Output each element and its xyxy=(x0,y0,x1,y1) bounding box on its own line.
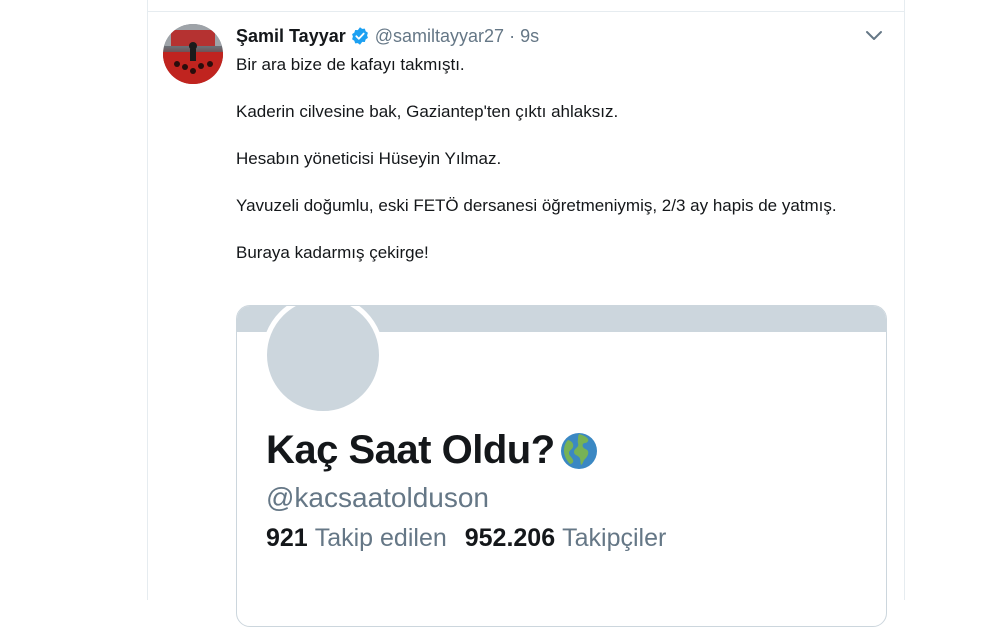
author-name[interactable]: Şamil Tayyar xyxy=(236,26,346,47)
profile-avatar-placeholder xyxy=(262,306,384,416)
tweet-divider xyxy=(148,11,904,12)
profile-stats: 921 Takip edilen 952.206 Takipçiler xyxy=(266,524,666,553)
following-label: Takip edilen xyxy=(314,524,447,552)
attached-profile-screenshot[interactable]: Kaç Saat Oldu? @kacsaatolduson 921 Takip … xyxy=(236,305,887,627)
avatar-photo-icon xyxy=(163,24,223,84)
profile-name-text: Kaç Saat Oldu? xyxy=(266,428,555,472)
tweet-paragraph: Yavuzeli doğumlu, eski FETÖ dersanesi öğ… xyxy=(236,196,837,215)
following-count: 921 xyxy=(266,524,308,552)
following-stat: 921 Takip edilen xyxy=(266,524,447,553)
tweet-timestamp[interactable]: 9s xyxy=(520,26,539,47)
tweet-paragraph: Hesabın yöneticisi Hüseyin Yılmaz. xyxy=(236,149,502,168)
tweet-paragraph: Kaderin cilvesine bak, Gaziantep'ten çık… xyxy=(236,102,619,121)
followers-label: Takipçiler xyxy=(562,524,667,552)
tweet-more-button[interactable] xyxy=(863,27,885,45)
tweet-paragraph: Bir ara bize de kafayı takmıştı. xyxy=(236,55,465,74)
followers-stat: 952.206 Takipçiler xyxy=(465,524,667,553)
tweet-paragraph: Buraya kadarmış çekirge! xyxy=(236,243,429,262)
profile-handle: @kacsaatolduson xyxy=(266,482,490,513)
globe-icon xyxy=(559,431,599,471)
verified-badge-icon xyxy=(350,26,370,46)
chevron-down-icon xyxy=(866,31,882,40)
profile-display-name: Kaç Saat Oldu? xyxy=(266,428,599,473)
tweet-header: Şamil Tayyar @samiltayyar27 · 9s xyxy=(236,24,539,48)
meta-separator: · xyxy=(509,25,516,46)
timeline-column: Şamil Tayyar @samiltayyar27 · 9s Bir ara… xyxy=(147,0,905,627)
tweet-text: Bir ara bize de kafayı takmıştı. Kaderin… xyxy=(236,52,876,265)
author-avatar[interactable] xyxy=(163,24,223,84)
author-handle[interactable]: @samiltayyar27 xyxy=(375,26,504,47)
followers-count: 952.206 xyxy=(464,524,556,552)
